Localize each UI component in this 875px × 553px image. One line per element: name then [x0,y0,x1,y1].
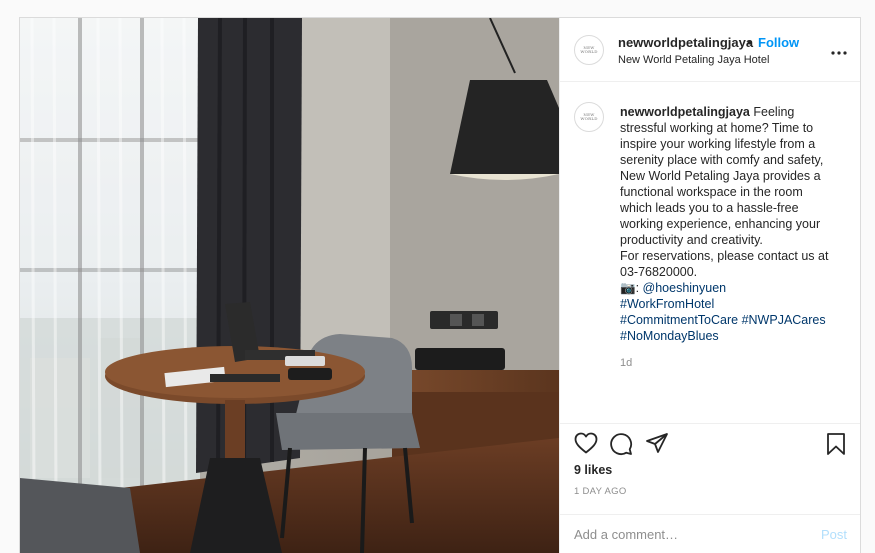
caption-text-line: For reservations, please contact us at [620,249,829,263]
caption-timestamp[interactable]: 1d [620,357,632,369]
avatar-logo-text: NEW WORLD [580,45,598,54]
likes-count[interactable]: 9 likes [574,463,612,477]
caption-text-line: 03-76820000. [620,265,698,279]
post-date[interactable]: 1 DAY AGO [574,486,627,497]
add-comment-bar: Post [560,514,860,553]
post-side-panel: NEW WORLD newworldpetalingjaya • Follow … [559,18,860,553]
post-caption: newworldpetalingjaya Feeling stressful w… [620,104,842,344]
location-link[interactable]: New World Petaling Jaya Hotel [618,54,769,66]
caption-username[interactable]: newworldpetalingjaya [620,105,750,119]
hashtag-link[interactable]: #NWPJACares [742,313,826,327]
profile-avatar[interactable]: NEW WORLD [574,35,604,65]
comment-input[interactable] [574,523,794,545]
caption-text-line: New World Petaling Jaya provides a [620,169,821,183]
caption-text-line: serenity place with comfy and safety, [620,153,824,167]
caption-text-line: inspire your working lifestyle from a [620,137,816,151]
caption-text-line: stressful working at home? Time to [620,121,814,135]
post-photo[interactable] [20,18,559,553]
caption-text-line: productivity and creativity. [620,233,763,247]
hashtag-link[interactable]: #CommitmentToCare [620,313,738,327]
caption-text-line: working experience, enhancing your [620,217,821,231]
credit-prefix: : [635,281,643,295]
heart-icon[interactable] [574,432,598,459]
header-username[interactable]: newworldpetalingjaya [618,35,753,50]
hashtag-link[interactable]: #WorkFromHotel [620,297,714,311]
caption-avatar[interactable]: NEW WORLD [574,102,604,132]
post-comment-button[interactable]: Post [821,527,847,542]
header-separator-dot: • [747,35,752,50]
hotel-room-image [20,18,559,553]
mention-link[interactable]: @hoeshinyuen [643,281,727,295]
caption-avatar-logo-text: NEW WORLD [580,112,598,121]
share-icon[interactable] [645,432,669,459]
bookmark-icon[interactable] [825,432,847,461]
action-bar [560,423,860,464]
comment-icon[interactable] [609,432,633,461]
more-options-icon[interactable] [831,42,847,60]
caption-text-line: functional workspace in the room [620,185,803,199]
hashtag-link[interactable]: #NoMondayBlues [620,329,719,343]
caption-text-line: which leads you to a hassle-free [620,201,799,215]
post-header: NEW WORLD newworldpetalingjaya • Follow … [560,18,860,82]
follow-button[interactable]: Follow [758,35,799,50]
comments-area[interactable]: NEW WORLD newworldpetalingjaya Feeling s… [560,82,860,422]
instagram-post: NEW WORLD newworldpetalingjaya • Follow … [19,17,861,553]
caption-text-line: Feeling [753,105,795,119]
camera-icon: 📷 [620,281,636,295]
